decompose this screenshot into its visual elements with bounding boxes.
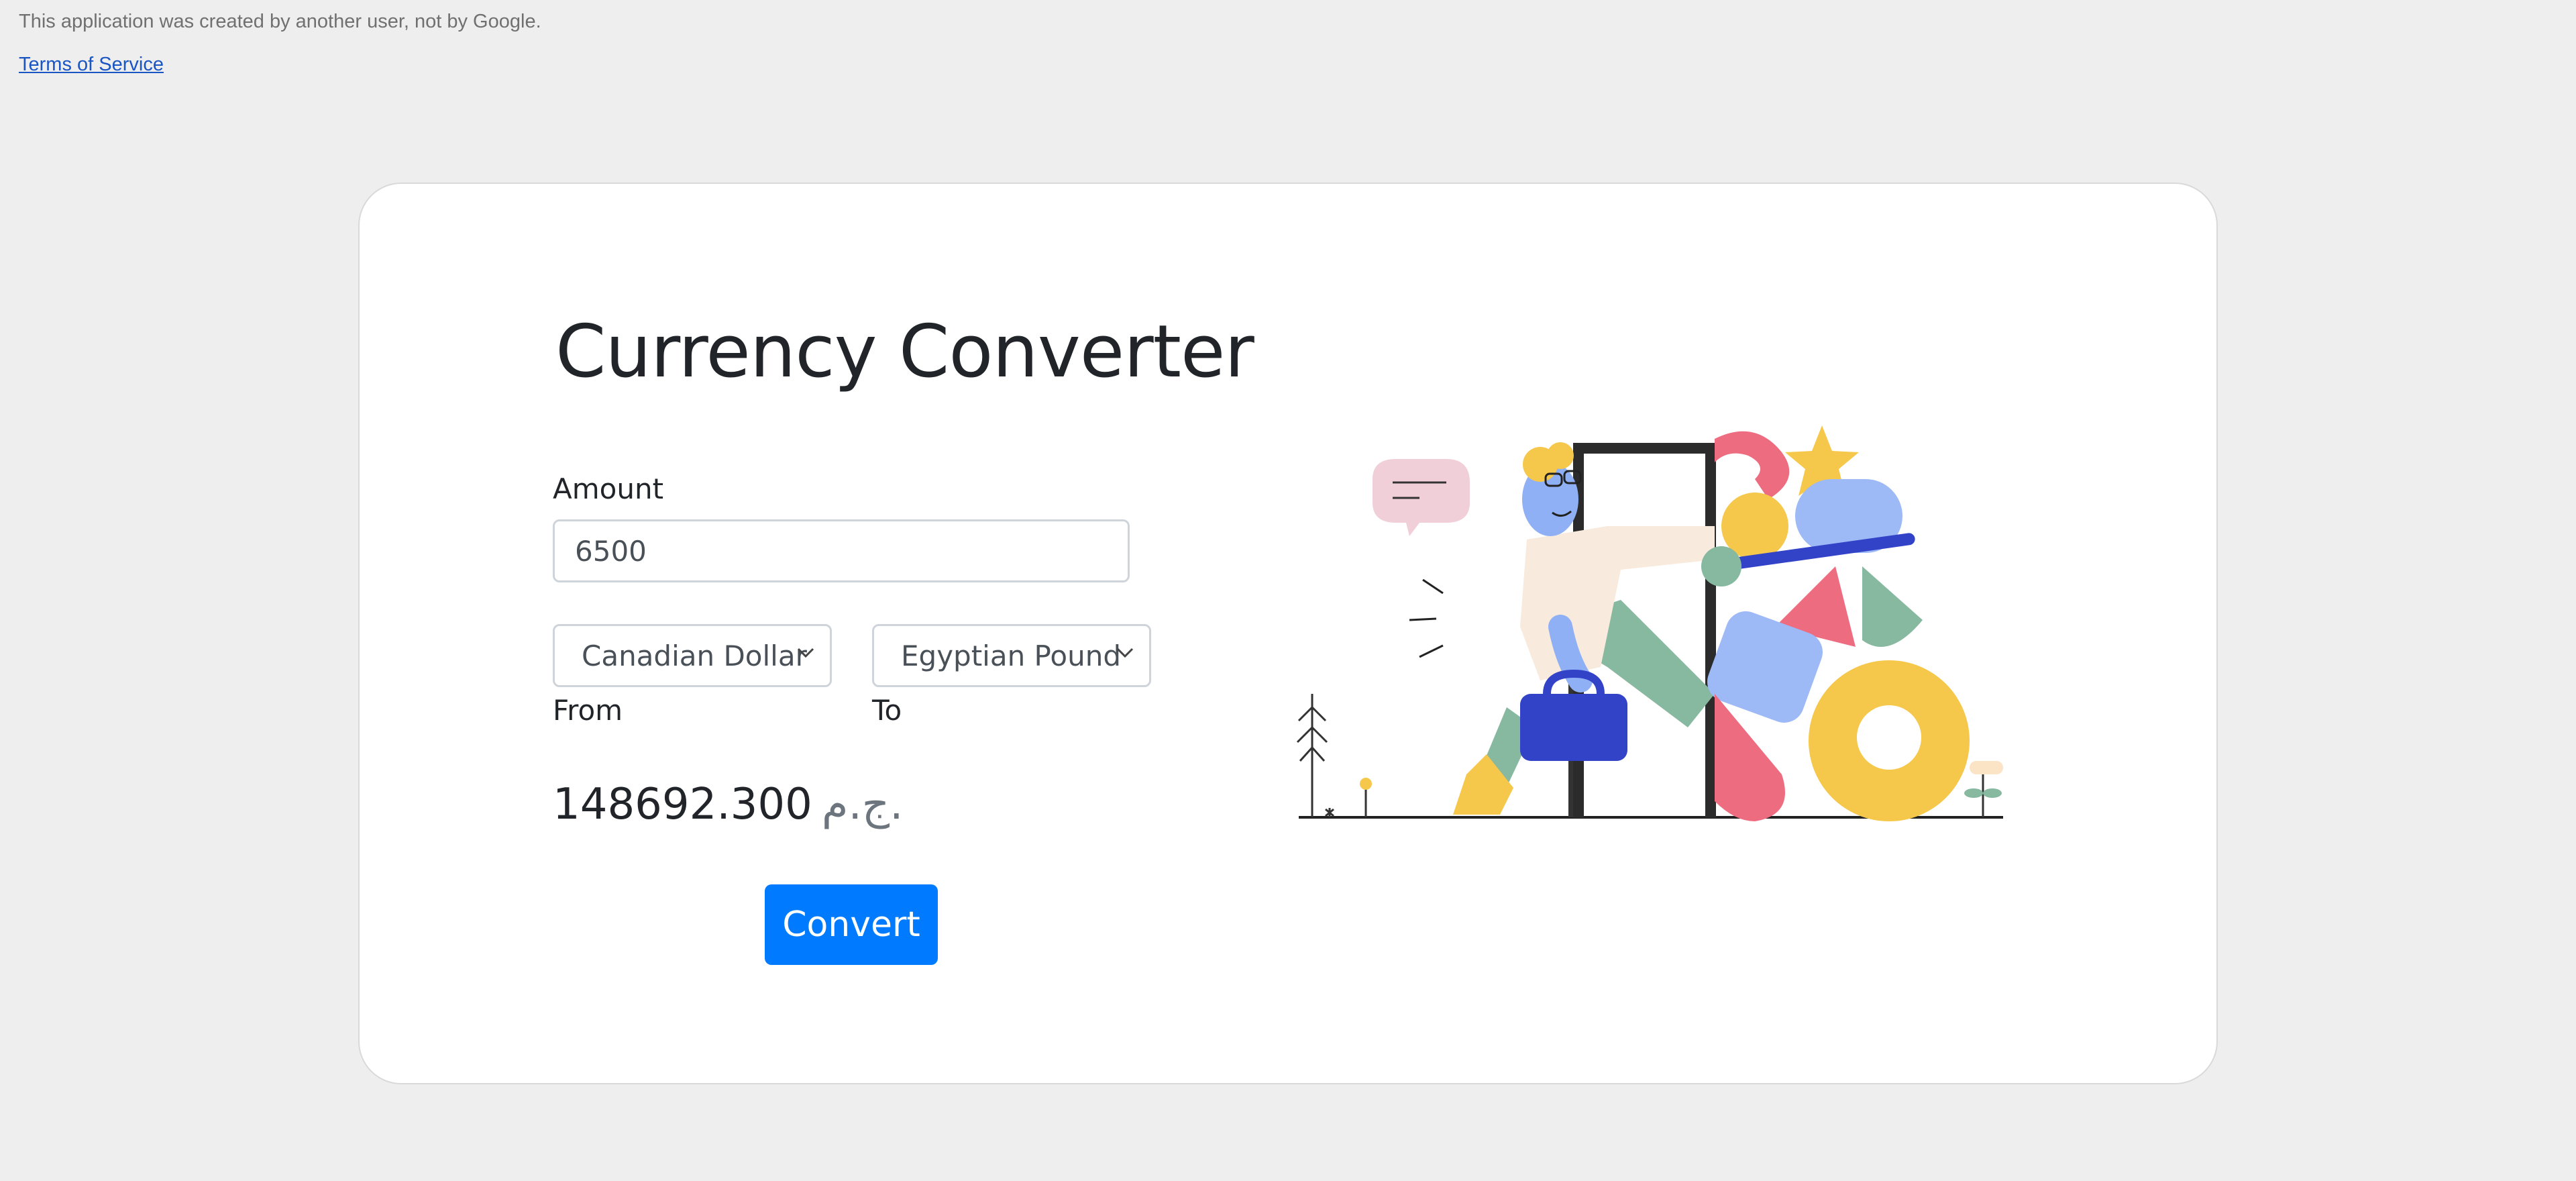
convert-button[interactable]: Convert [765,884,938,965]
from-label: From [553,694,623,727]
chevron-down-icon [1116,648,1134,658]
page-title: Currency Converter [555,310,1254,394]
terms-of-service-link[interactable]: Terms of Service [19,54,164,76]
to-currency-select[interactable]: Egyptian Pound [872,624,1151,687]
converter-card: Currency Converter Amount Canadian Dolla… [358,183,2218,1084]
amount-input[interactable] [553,519,1130,582]
amount-label: Amount [553,472,664,505]
currency-symbol: ج.م. [821,780,904,829]
from-currency-value: Canadian Dollar [582,639,807,672]
to-label: To [872,694,902,727]
creator-notice: This application was created by another … [19,11,541,32]
to-currency-value: Egyptian Pound [901,639,1121,672]
chevron-down-icon [797,648,814,658]
from-currency-select[interactable]: Canadian Dollar [553,624,832,687]
conversion-result: 148692.300 ج.م. [553,780,903,829]
person-walking-through-door-illustration [1296,425,2003,821]
result-value: 148692.300 [553,780,812,829]
